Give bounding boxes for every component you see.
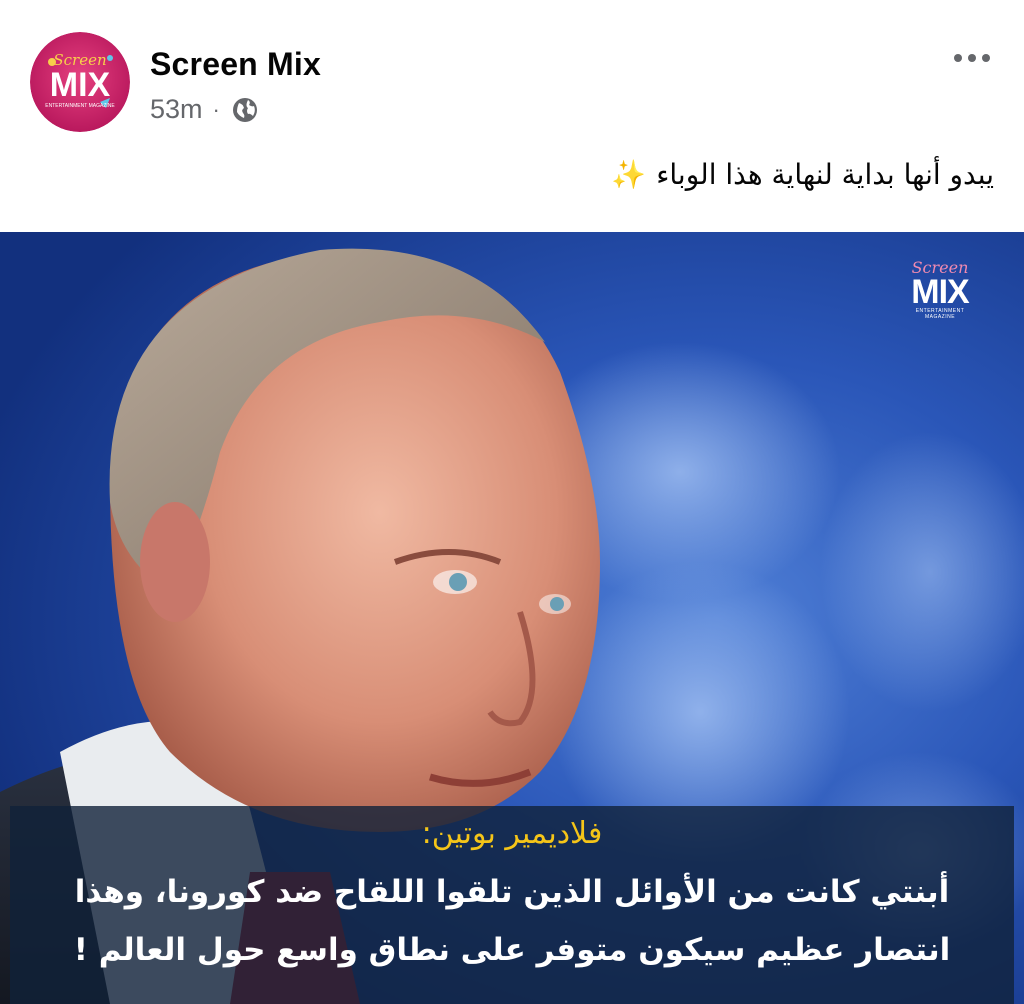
globe-icon	[230, 95, 260, 125]
post-image[interactable]: Screen MIX ENTERTAINMENT MAGAZINE فلاديم…	[0, 232, 1024, 1004]
quote-speaker: فلاديمير بوتين:	[421, 816, 603, 851]
post-caption: يبدو أنها بداية لنهاية هذا الوباء ✨	[611, 158, 994, 191]
post-meta: 53m ·	[150, 94, 260, 125]
watermark-brand: MIX	[911, 273, 969, 311]
avatar-brand: MIX	[50, 66, 111, 104]
post-header: Screen MIX ENTERTAINMENT MAGAZINE Screen…	[0, 0, 1024, 232]
avatar-tagline: ENTERTAINMENT MAGAZINE	[45, 103, 115, 109]
caption-text: يبدو أنها بداية لنهاية هذا الوباء	[656, 158, 994, 191]
quote-line: انتصار عظيم سيكون متوفر على نطاق واسع حو…	[73, 932, 951, 968]
meta-separator: ·	[212, 96, 220, 122]
page-name-link[interactable]: Screen Mix	[150, 46, 321, 83]
post-timestamp[interactable]: 53m	[150, 94, 203, 125]
more-dots-icon[interactable]	[950, 44, 994, 72]
page-avatar[interactable]: Screen MIX ENTERTAINMENT MAGAZINE	[30, 32, 130, 132]
quote-overlay: فلاديمير بوتين: أبنتي كانت من الأوائل ال…	[10, 806, 1014, 1004]
quote-line: أبنتي كانت من الأوائل الذين تلقوا اللقاح…	[74, 874, 950, 910]
watermark-logo: Screen MIX ENTERTAINMENT MAGAZINE	[900, 260, 980, 321]
sparkles-icon: ✨	[611, 158, 647, 191]
avatar-logo: Screen MIX ENTERTAINMENT MAGAZINE	[30, 32, 130, 132]
